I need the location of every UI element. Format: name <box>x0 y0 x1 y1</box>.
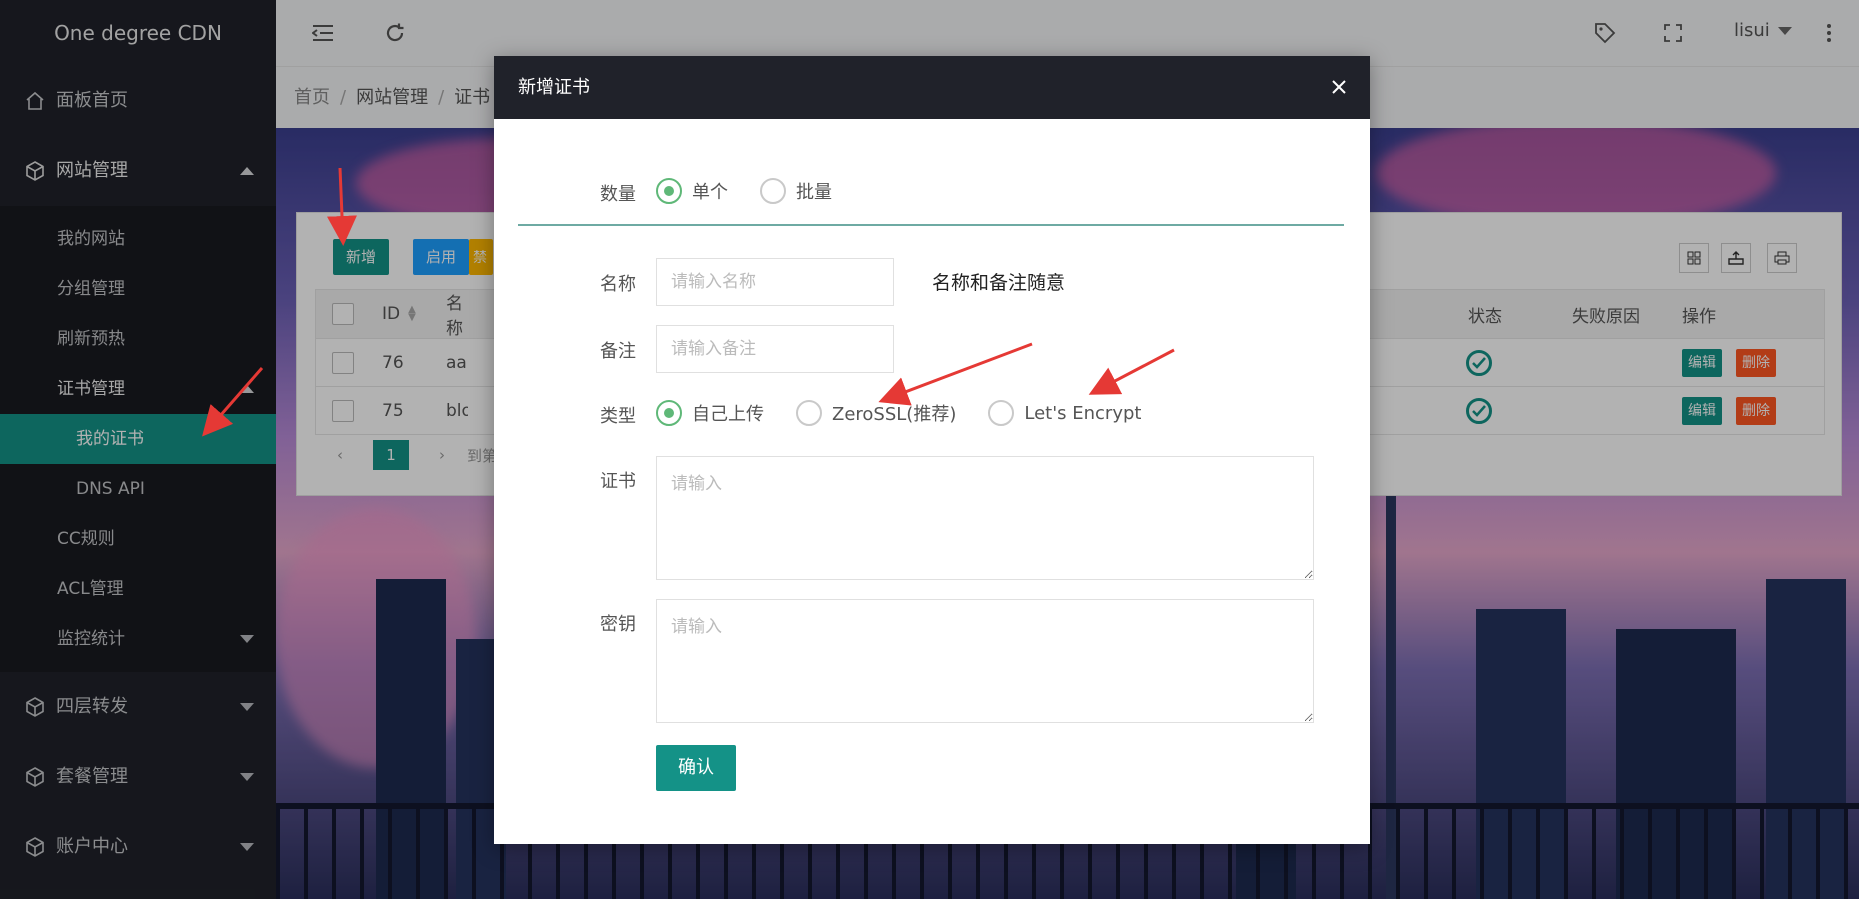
close-icon[interactable] <box>1328 76 1350 98</box>
quantity-radio-group: 单个 批量 <box>656 178 864 204</box>
type-label: 类型 <box>600 406 636 427</box>
cert-label: 证书 <box>600 471 636 492</box>
remark-input[interactable] <box>656 325 894 373</box>
cert-textarea[interactable] <box>656 456 1314 580</box>
add-cert-modal: 新增证书 数量 单个 批量 名称 名称和备注随意 备注 类型 自己上传 Zero… <box>494 56 1370 844</box>
quantity-single-label: 单个 <box>692 182 728 203</box>
type-zerossl-label: ZeroSSL(推荐) <box>832 404 957 425</box>
remark-label: 备注 <box>600 341 636 362</box>
confirm-button[interactable]: 确认 <box>656 745 736 791</box>
type-zerossl-radio[interactable]: ZeroSSL(推荐) <box>796 400 956 426</box>
quantity-batch-label: 批量 <box>796 182 832 203</box>
type-radio-group: 自己上传 ZeroSSL(推荐) Let's Encrypt <box>656 400 1173 426</box>
key-textarea[interactable] <box>656 599 1314 723</box>
type-upload-label: 自己上传 <box>692 404 764 425</box>
name-input[interactable] <box>656 258 894 306</box>
key-label: 密钥 <box>600 614 636 635</box>
type-letsencrypt-label: Let's Encrypt <box>1024 402 1142 424</box>
quantity-batch-radio[interactable]: 批量 <box>760 178 832 204</box>
modal-header: 新增证书 <box>494 56 1370 119</box>
divider <box>518 224 1344 226</box>
quantity-single-radio[interactable]: 单个 <box>656 178 728 204</box>
name-label: 名称 <box>600 274 636 295</box>
type-upload-radio[interactable]: 自己上传 <box>656 400 764 426</box>
quantity-label: 数量 <box>600 184 636 205</box>
type-letsencrypt-radio[interactable]: Let's Encrypt <box>988 400 1141 426</box>
modal-title: 新增证书 <box>518 77 590 98</box>
annotation-note: 名称和备注随意 <box>932 272 1066 294</box>
